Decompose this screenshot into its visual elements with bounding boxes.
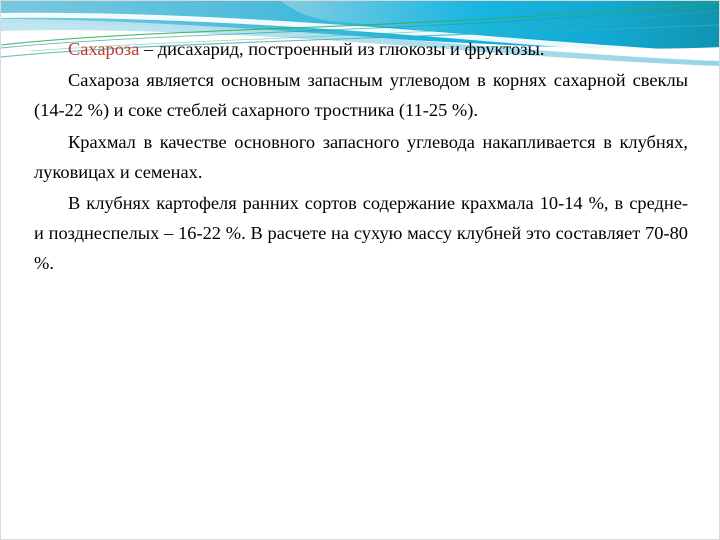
paragraph-sucrose-definition-text: – дисахарид, построенный из глюкозы и фр… [139, 39, 545, 59]
paragraph-sucrose-definition: Сахароза – дисахарид, построенный из глю… [34, 34, 688, 64]
paragraph-potato-starch: В клубнях картофеля ранних сортов содерж… [34, 193, 688, 274]
slide-body-text: Сахароза – дисахарид, построенный из глю… [34, 34, 688, 279]
paragraph-sucrose-storage: Сахароза является основным запасным угле… [34, 70, 688, 121]
term-sucrose-highlight: Сахароза [68, 39, 140, 59]
paragraph-starch-storage: Крахмал в качестве основного запасного у… [34, 131, 688, 182]
slide-canvas: Сахароза – дисахарид, построенный из глю… [0, 0, 720, 540]
